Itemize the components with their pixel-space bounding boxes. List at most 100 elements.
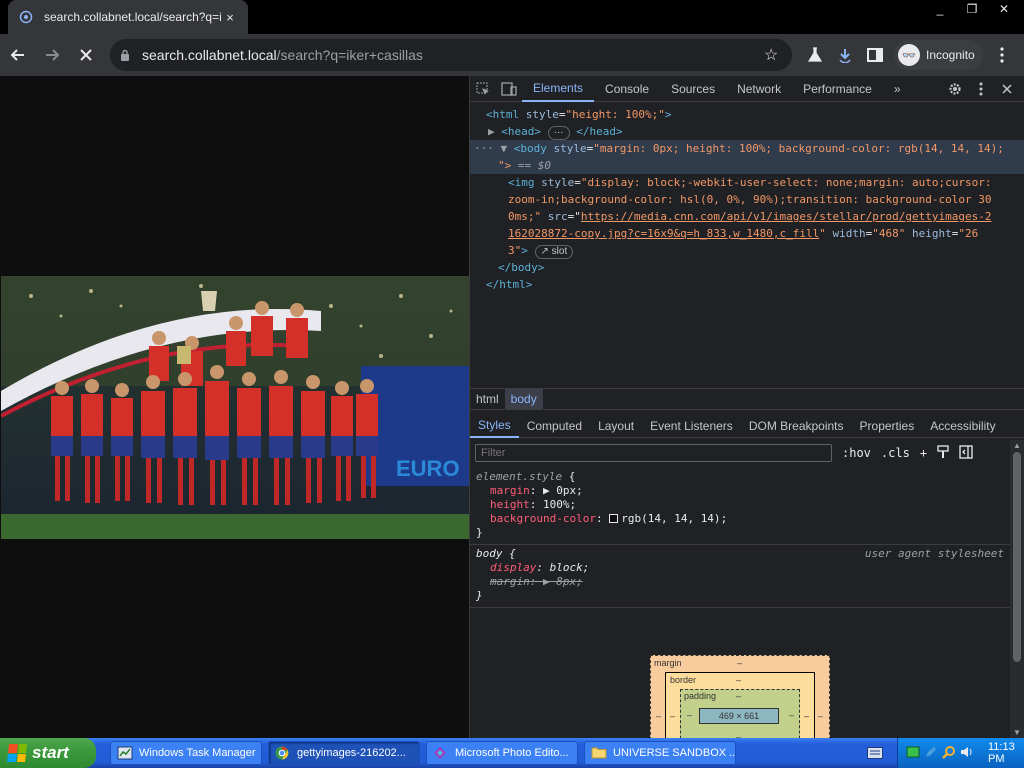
trophy-celebration-photo[interactable]: EURO	[1, 276, 469, 539]
keyboard-layout-icon[interactable]	[866, 744, 884, 762]
settings-gear-icon[interactable]	[942, 76, 968, 102]
collapse-arrow-icon[interactable]: ▼	[501, 142, 508, 155]
dom-node-body-close[interactable]: </body>	[470, 259, 1024, 276]
download-icon[interactable]	[830, 40, 860, 70]
photo-editor-icon	[433, 746, 449, 760]
prop-height[interactable]: height: 100%;	[476, 498, 1004, 512]
expand-arrow-icon[interactable]: ▶	[488, 125, 495, 138]
tab-close-icon[interactable]: ×	[222, 10, 238, 25]
slot-badge[interactable]: ↗ slot	[534, 245, 574, 259]
window-controls: _ ❐ ✕	[924, 0, 1020, 18]
browser-toolbar: search.collabnet.local/search?q=iker+cas…	[0, 34, 1024, 76]
search-tray-icon[interactable]	[942, 745, 956, 762]
styles-filter-bar: :hov .cls +	[470, 440, 1012, 466]
subtab-event-listeners[interactable]: Event Listeners	[642, 414, 741, 438]
tab-network[interactable]: Network	[726, 76, 792, 102]
toggle-sidebar-icon[interactable]	[959, 444, 973, 462]
restore-button[interactable]: ❐	[956, 0, 988, 18]
tab-title: search.collabnet.local/search?q=ike	[44, 10, 222, 24]
breadcrumb-body[interactable]: body	[504, 389, 543, 409]
address-bar[interactable]: search.collabnet.local/search?q=iker+cas…	[110, 39, 792, 71]
stop-x-icon	[80, 49, 92, 61]
devtools-menu-icon[interactable]	[968, 76, 994, 102]
pen-tray-icon[interactable]	[924, 745, 938, 762]
subtab-computed[interactable]: Computed	[519, 414, 590, 438]
back-button[interactable]	[2, 39, 34, 71]
tab-sources[interactable]: Sources	[660, 76, 726, 102]
subtab-layout[interactable]: Layout	[590, 414, 642, 438]
tab-elements[interactable]: Elements	[522, 76, 595, 102]
subtab-properties[interactable]: Properties	[852, 414, 923, 438]
taskbar-item-photo-editor[interactable]: Microsoft Photo Edito...	[426, 741, 578, 765]
forward-arrow-icon	[46, 49, 60, 61]
dom-node-html[interactable]: <html style="height: 100%;">	[470, 106, 1024, 123]
cls-toggle[interactable]: .cls	[881, 446, 910, 460]
start-button[interactable]: start	[0, 738, 96, 768]
dom-node-html-close[interactable]: </html>	[470, 276, 1024, 293]
forward-button[interactable]	[36, 39, 68, 71]
device-toolbar-icon[interactable]	[496, 76, 522, 102]
folder-icon	[591, 746, 607, 760]
dom-node-head[interactable]: ▶ <head> ··· </head>	[470, 123, 1024, 140]
new-rule-plus-icon[interactable]: +	[920, 446, 927, 460]
filter-actions: :hov .cls +	[842, 444, 973, 462]
img-src-link[interactable]: https://media.cnn.com/api/v1/images/stel…	[581, 210, 992, 223]
taskbar-item-gettyimages[interactable]: gettyimages-216202...	[268, 741, 420, 765]
element-style-rule[interactable]: element.style { margin: ▶ 0px; height: 1…	[470, 468, 1010, 545]
subtab-accessibility[interactable]: Accessibility	[922, 414, 1003, 438]
dom-node-body-selected[interactable]: ··· ▼ <body style="margin: 0px; height: …	[470, 140, 1024, 174]
labs-flask-icon[interactable]	[800, 40, 830, 70]
close-devtools-icon[interactable]	[994, 76, 1020, 102]
minimize-button[interactable]: _	[924, 0, 956, 18]
slot-arrow-icon: ↗	[540, 246, 549, 257]
devtools-panel: Elements Console Sources Network Perform…	[469, 76, 1024, 752]
color-swatch[interactable]	[609, 514, 619, 523]
user-agent-rule[interactable]: body {user agent stylesheet display: blo…	[470, 545, 1010, 608]
close-window-button[interactable]: ✕	[988, 0, 1020, 18]
side-panel-icon[interactable]	[860, 40, 890, 70]
paint-brush-icon[interactable]	[937, 444, 949, 462]
speaker-tray-icon[interactable]	[960, 745, 974, 762]
prop-background-color[interactable]: background-color: rgb(14, 14, 14);	[476, 512, 1004, 526]
hov-toggle[interactable]: :hov	[842, 446, 871, 460]
stop-loading-button[interactable]	[70, 39, 102, 71]
ua-prop-margin-overridden[interactable]: margin: ▶ 8px;	[476, 575, 1004, 589]
more-tabs-chevron-icon[interactable]: »	[883, 76, 912, 102]
svg-text:EURO: EURO	[396, 456, 460, 481]
dom-node-img[interactable]: <img style="display: block;-webkit-user-…	[470, 174, 1024, 259]
browser-tab[interactable]: search.collabnet.local/search?q=ike ×	[8, 0, 248, 34]
breadcrumb-html[interactable]: html	[470, 389, 505, 409]
inspect-element-icon[interactable]	[470, 76, 496, 102]
tab-performance[interactable]: Performance	[792, 76, 883, 102]
scroll-down-arrow-icon[interactable]: ▼	[1010, 728, 1024, 737]
browser-menu-icon[interactable]	[987, 40, 1017, 70]
taskbar-item-universe-sandbox[interactable]: UNIVERSE SANDBOX ...	[584, 741, 736, 765]
incognito-label: Incognito	[926, 48, 975, 62]
subtab-styles[interactable]: Styles	[470, 414, 519, 438]
incognito-badge[interactable]: 👓 Incognito	[894, 40, 983, 70]
url-path: /search?q=iker+casillas	[276, 47, 423, 63]
windows-logo-icon	[7, 744, 27, 762]
url-text[interactable]: search.collabnet.local/search?q=iker+cas…	[142, 47, 764, 63]
scroll-up-arrow-icon[interactable]: ▲	[1010, 441, 1024, 450]
task-manager-icon	[117, 746, 133, 760]
taskbar-item-task-manager[interactable]: Windows Task Manager	[110, 741, 262, 765]
scrollbar-thumb[interactable]	[1013, 452, 1021, 662]
ua-prop-display[interactable]: display: block;	[476, 561, 1004, 575]
tab-console[interactable]: Console	[594, 76, 660, 102]
bookmark-star-icon[interactable]: ☆	[764, 45, 782, 65]
prop-margin[interactable]: margin: ▶ 0px;	[476, 484, 1004, 498]
loading-globe-icon	[18, 9, 34, 25]
img-src-link-cont[interactable]: 162028872-copy.jpg?c=16x9&q=h_833,w_1480…	[508, 227, 819, 240]
styles-filter-input[interactable]	[475, 444, 832, 462]
box-model-diagram[interactable]: margin – – – border – – – padding – – – …	[650, 655, 830, 752]
subtab-dom-breakpoints[interactable]: DOM Breakpoints	[741, 414, 852, 438]
styles-scrollbar[interactable]: ▲ ▼	[1010, 440, 1024, 738]
expand-shorthand-arrow-icon[interactable]: ▶	[543, 484, 556, 497]
network-tray-icon[interactable]	[906, 745, 920, 762]
dom-tree[interactable]: <html style="height: 100%;"> ▶ <head> ··…	[470, 102, 1024, 388]
user-agent-stylesheet-label: user agent stylesheet	[864, 547, 1004, 560]
styles-pane[interactable]: element.style { margin: ▶ 0px; height: 1…	[470, 468, 1010, 608]
system-tray: 11:13 PM	[897, 738, 1024, 768]
box-model-content-size[interactable]: 469 × 661	[699, 708, 779, 724]
